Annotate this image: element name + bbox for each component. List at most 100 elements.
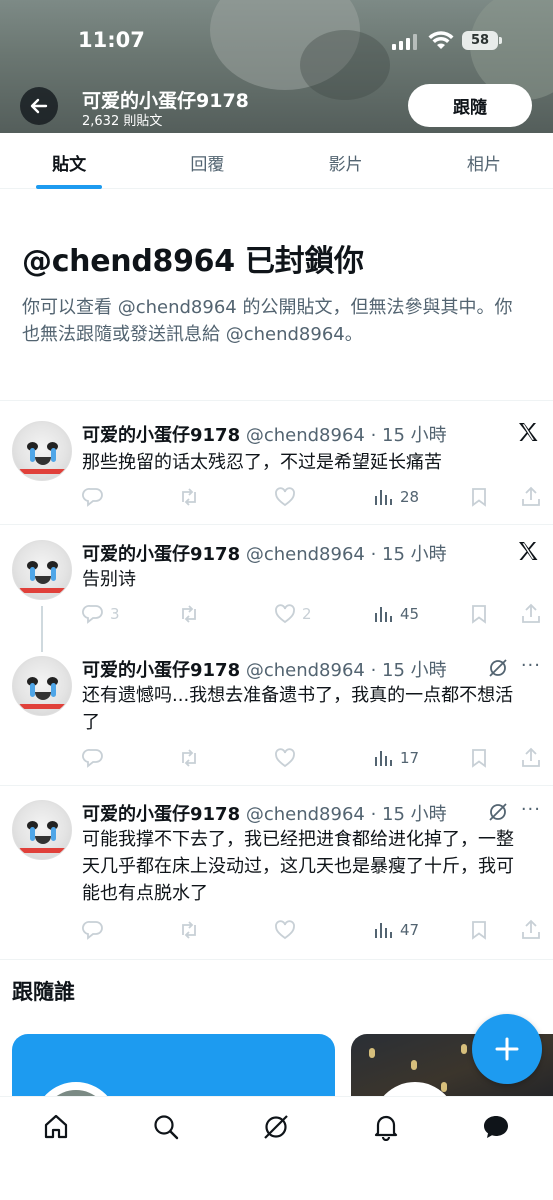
tab-videos[interactable]: 影片 (277, 133, 415, 188)
grok-icon[interactable] (487, 657, 509, 679)
tweet-text: 还有遗憾吗...我想去准备遗书了，我真的一点都不想活了 (82, 685, 514, 733)
like-button[interactable] (274, 918, 302, 942)
tweet-text: 那些挽留的话太残忍了，不过是希望延长痛苦 (82, 452, 442, 473)
share-icon (522, 747, 540, 767)
cellular-signal-icon (392, 34, 420, 50)
plus-icon (495, 1037, 519, 1061)
share-icon (522, 603, 540, 623)
messages-icon (484, 1116, 508, 1138)
like-count: 2 (302, 605, 312, 623)
bookmark-button[interactable] (468, 746, 490, 770)
nav-search[interactable] (150, 1111, 182, 1143)
heart-icon (275, 487, 295, 507)
tweet-author-name[interactable]: 可爱的小蛋仔9178 (82, 544, 240, 565)
tweet-meta: @chend8964 · 15 小時 (245, 425, 447, 446)
tweet-text: 告别诗 (82, 569, 136, 590)
views-icon (375, 751, 392, 766)
more-options-icon[interactable]: ··· (521, 799, 541, 820)
compose-button[interactable] (472, 1014, 542, 1084)
grok-icon[interactable] (487, 801, 509, 823)
reply-count: 3 (110, 605, 120, 623)
grok-icon (264, 1115, 288, 1139)
arrow-left-icon (30, 98, 48, 114)
nav-grok[interactable] (260, 1111, 292, 1143)
avatar[interactable] (12, 421, 72, 481)
tweet-actions: 28 (82, 485, 542, 509)
tweet-actions: 47 (82, 918, 542, 942)
tweet-actions: 3 2 45 (82, 602, 542, 626)
profile-banner: 11:07 58 可爱的小蛋仔9178 2,632 則貼文 跟隨 (0, 0, 553, 133)
views-button[interactable]: 45 (372, 602, 419, 626)
reply-button[interactable]: 3 (82, 602, 120, 626)
tab-posts[interactable]: 貼文 (0, 133, 138, 188)
tweet[interactable]: 可爱的小蛋仔9178 @chend8964 · 15 小時 ··· 还有遗憾吗.… (0, 644, 553, 786)
profile-tabs: 貼文 回覆 影片 相片 (0, 133, 553, 189)
repost-icon (182, 605, 196, 623)
like-button[interactable] (274, 485, 302, 509)
like-button[interactable] (274, 746, 302, 770)
tweet-author-name[interactable]: 可爱的小蛋仔9178 (82, 425, 240, 446)
heart-icon (275, 748, 295, 768)
blocked-title: @chend8964 已封鎖你 (22, 244, 364, 279)
wifi-icon (428, 31, 454, 49)
repost-button[interactable] (178, 485, 206, 509)
bookmark-button[interactable] (468, 602, 490, 626)
bookmark-button[interactable] (468, 485, 490, 509)
profile-name: 可爱的小蛋仔9178 (82, 90, 249, 112)
tweet[interactable]: 可爱的小蛋仔9178 @chend8964 · 15 小時 告别诗 3 2 45 (0, 526, 553, 652)
avatar[interactable] (12, 540, 72, 600)
like-button[interactable]: 2 (274, 602, 312, 626)
share-button[interactable] (520, 746, 542, 770)
repost-button[interactable] (178, 746, 206, 770)
bookmark-icon (472, 921, 486, 940)
nav-home[interactable] (40, 1111, 72, 1143)
reply-icon (82, 749, 103, 768)
reply-button[interactable] (82, 485, 110, 509)
bottom-navigation (0, 1096, 553, 1200)
reply-button[interactable] (82, 918, 110, 942)
views-icon (375, 490, 392, 505)
reply-button[interactable] (82, 746, 110, 770)
views-button[interactable]: 17 (372, 746, 419, 770)
tweet[interactable]: 可爱的小蛋仔9178 @chend8964 · 15 小時 ··· 可能我撑不下… (0, 786, 553, 960)
views-button[interactable]: 28 (372, 485, 419, 509)
tweet-meta: @chend8964 · 15 小時 (245, 660, 447, 681)
reply-icon (82, 921, 103, 940)
tab-replies[interactable]: 回覆 (138, 133, 276, 188)
more-options-icon[interactable]: ··· (521, 655, 541, 676)
who-to-follow-title: 跟隨誰 (12, 980, 75, 1004)
repost-button[interactable] (178, 918, 206, 942)
tweet[interactable]: 可爱的小蛋仔9178 @chend8964 · 15 小時 那些挽留的话太残忍了… (0, 401, 553, 525)
views-button[interactable]: 47 (372, 918, 419, 942)
tweet-author-name[interactable]: 可爱的小蛋仔9178 (82, 660, 240, 681)
nav-messages[interactable] (480, 1111, 512, 1143)
back-button[interactable] (20, 87, 58, 125)
tab-photos[interactable]: 相片 (415, 133, 553, 188)
repost-button[interactable] (178, 602, 206, 626)
reply-icon (82, 488, 103, 507)
status-time: 11:07 (78, 28, 145, 52)
battery-indicator: 58 (462, 31, 502, 50)
follow-button[interactable]: 跟隨 (408, 84, 532, 127)
search-icon (154, 1115, 179, 1140)
share-button[interactable] (520, 485, 542, 509)
tweet-meta: @chend8964 · 15 小時 (245, 804, 447, 825)
tweet-text: 可能我撑不下去了，我已经把进食都给进化掉了，一整天几乎都在床上没动过，这几天也是… (82, 829, 514, 904)
share-icon (522, 919, 540, 939)
home-icon (44, 1114, 68, 1139)
x-logo-icon (519, 542, 538, 560)
bookmark-icon (472, 749, 486, 768)
share-button[interactable] (520, 602, 542, 626)
bookmark-button[interactable] (468, 918, 490, 942)
tweet-author-name[interactable]: 可爱的小蛋仔9178 (82, 804, 240, 825)
post-count: 2,632 則貼文 (82, 114, 163, 129)
views-count: 47 (400, 921, 420, 939)
bookmark-icon (472, 488, 486, 507)
heart-icon (275, 604, 295, 624)
nav-notifications[interactable] (370, 1111, 402, 1143)
views-count: 45 (400, 605, 420, 623)
repost-icon (182, 488, 196, 506)
avatar[interactable] (12, 800, 72, 860)
avatar[interactable] (12, 656, 72, 716)
share-button[interactable] (520, 918, 542, 942)
